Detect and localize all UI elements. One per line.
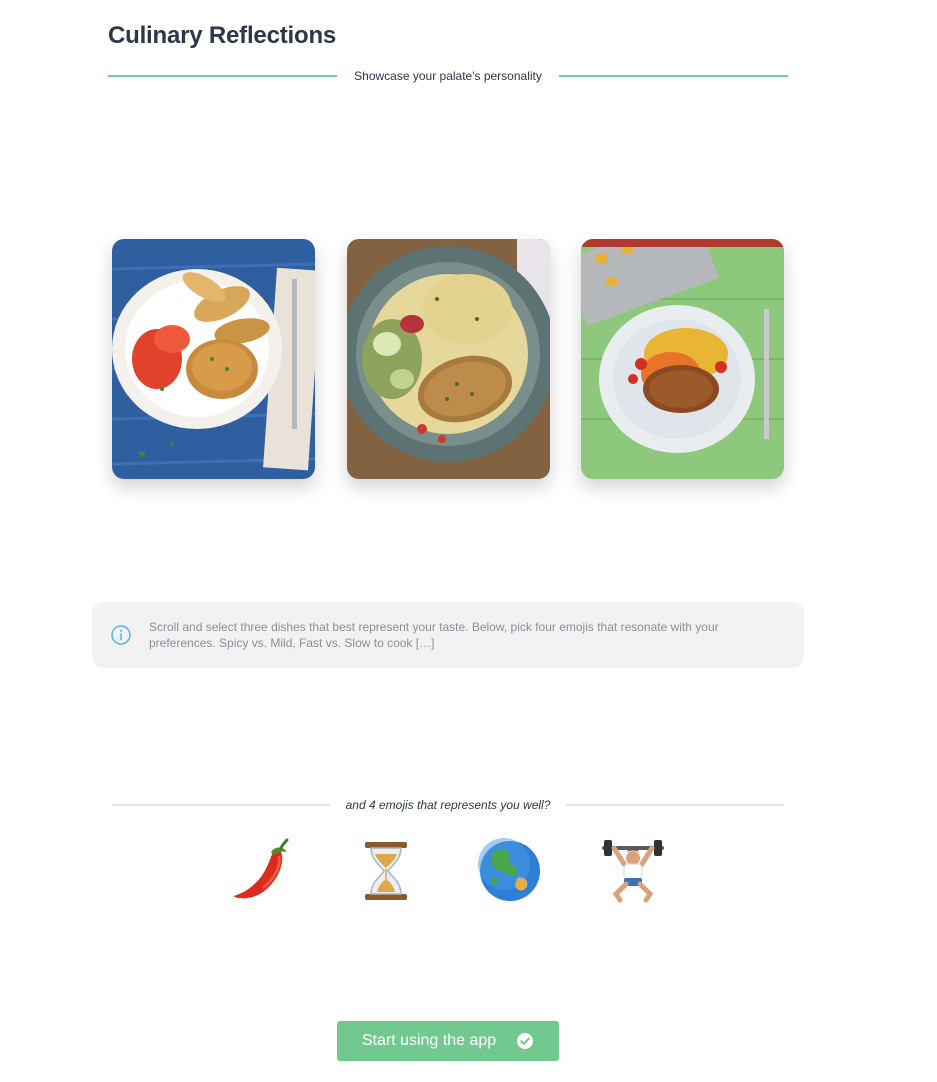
- dish-carousel[interactable]: [112, 239, 784, 479]
- hourglass-icon[interactable]: [353, 838, 419, 904]
- page-title: Culinary Reflections: [108, 22, 337, 49]
- dish-image-roasted-chicken: [581, 239, 784, 479]
- emoji-caption-row: and 4 emojis that represents you well?: [112, 795, 784, 815]
- dish-image-chicken-orzo: [347, 239, 550, 479]
- dish-image-chicken-potatoes: [112, 239, 315, 479]
- globe-icon[interactable]: [477, 838, 543, 904]
- info-icon: [110, 624, 132, 646]
- check-circle-icon: [516, 1032, 534, 1050]
- dish-card-1[interactable]: [112, 239, 315, 479]
- start-button-label: Start using the app: [361, 1032, 497, 1049]
- divider-right: [566, 804, 784, 806]
- hot-pepper-icon[interactable]: [229, 838, 295, 904]
- emoji-caption: and 4 emojis that represents you well?: [345, 798, 551, 812]
- dish-card-3[interactable]: [581, 239, 784, 479]
- divider-right: [558, 75, 789, 77]
- divider-left: [108, 75, 338, 77]
- divider-left: [112, 804, 330, 806]
- instructions-text: Scroll and select three dishes that best…: [149, 620, 719, 650]
- instructions-box: Scroll and select three dishes that best…: [92, 602, 804, 668]
- start-using-app-button[interactable]: Start using the app: [337, 1021, 559, 1061]
- weightlifter-icon[interactable]: [600, 838, 666, 904]
- dish-card-2[interactable]: [347, 239, 550, 479]
- subtitle-row: Showcase your palate's personality: [108, 66, 789, 86]
- page-subtitle: Showcase your palate's personality: [354, 69, 542, 83]
